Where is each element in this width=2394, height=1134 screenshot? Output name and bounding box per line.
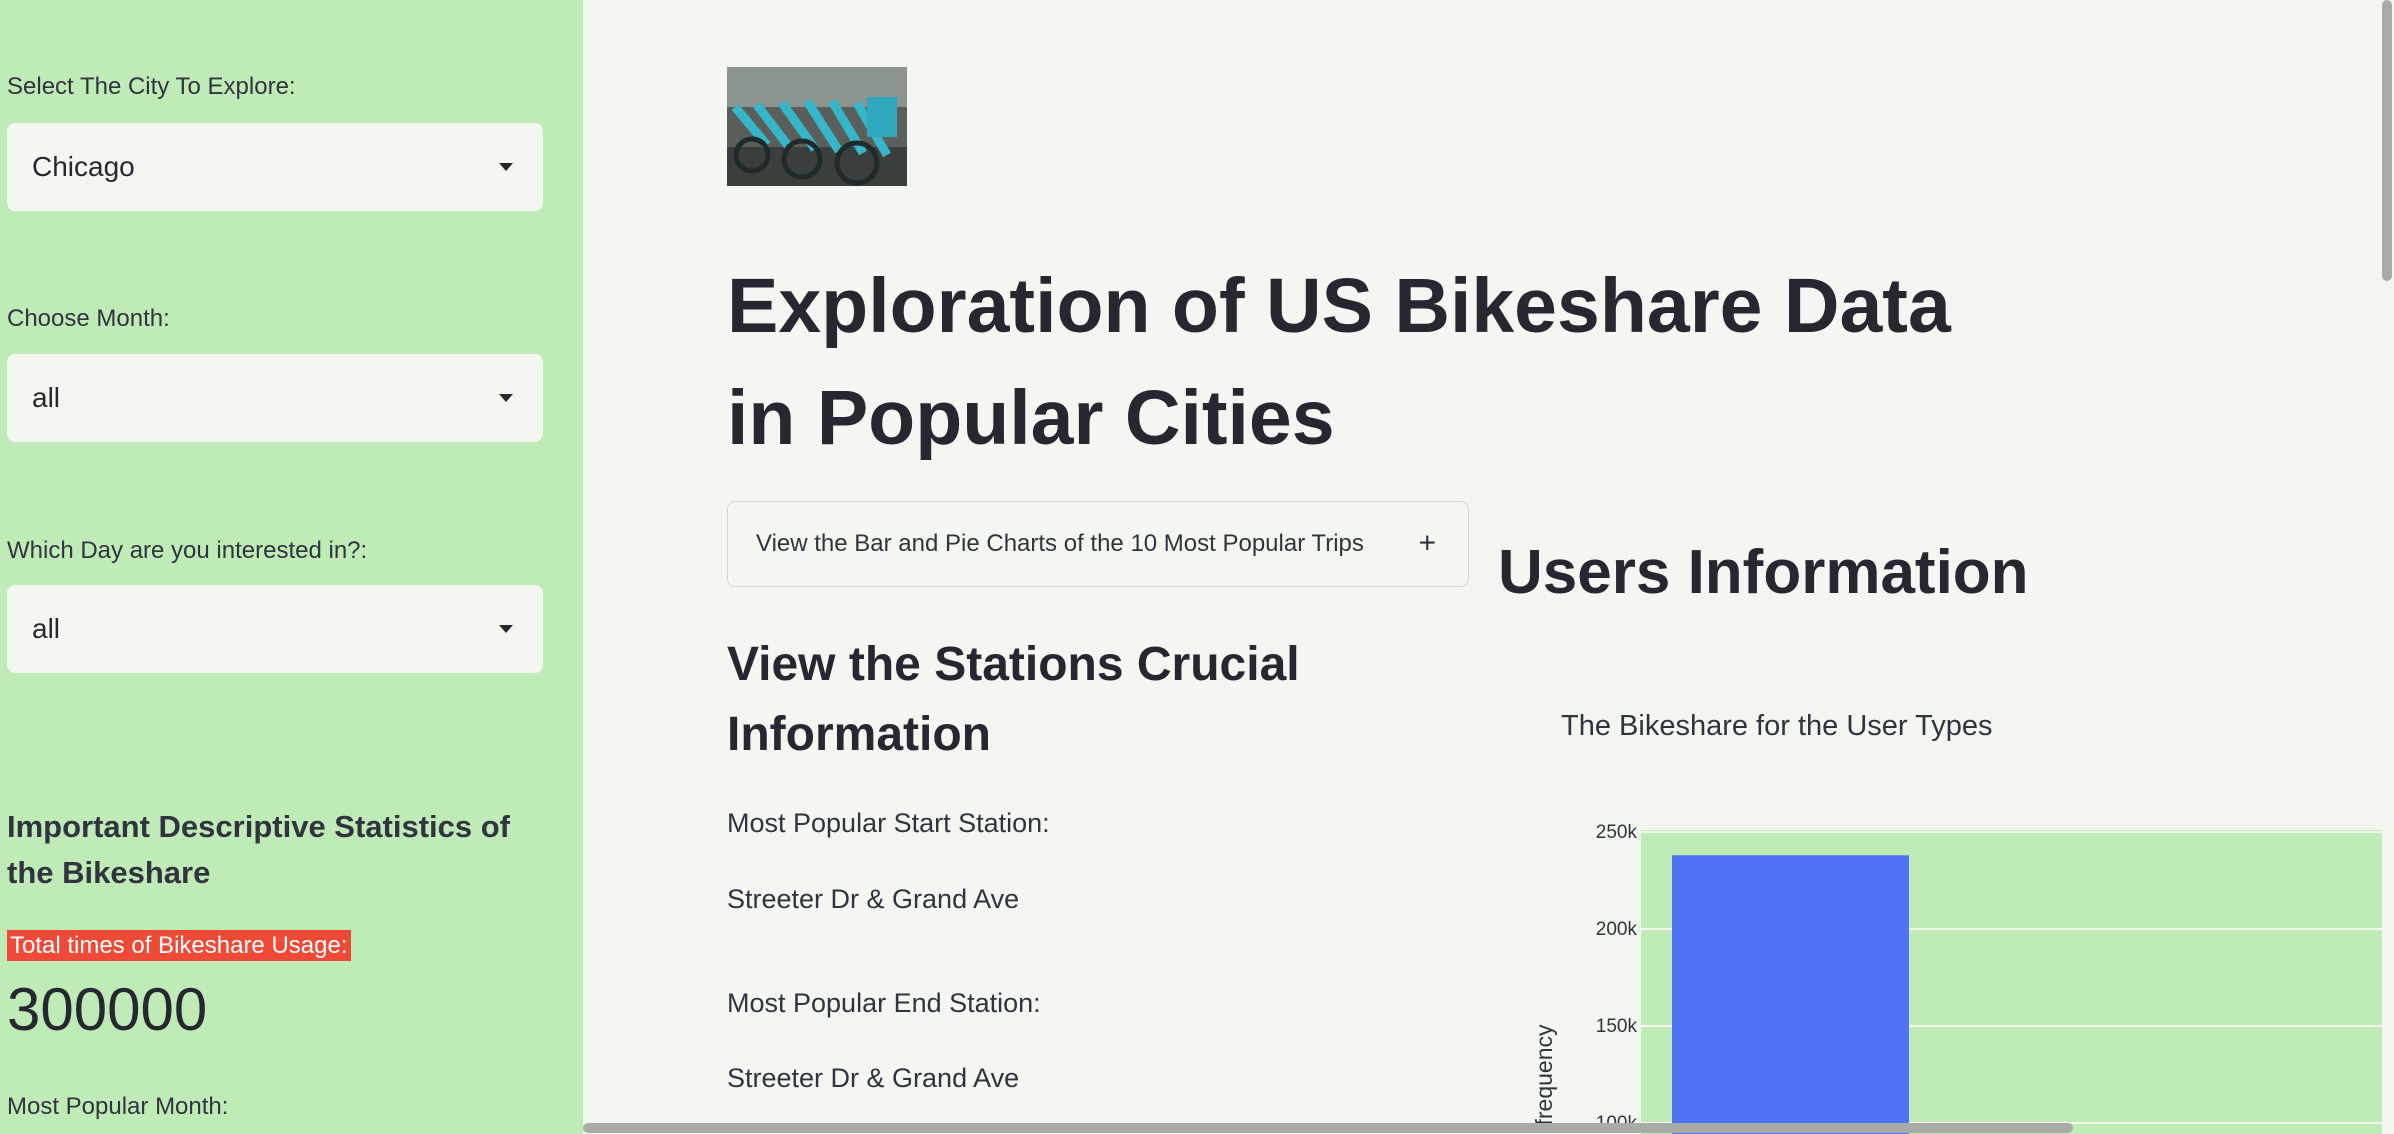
vertical-scrollbar[interactable] xyxy=(2382,0,2392,281)
end-station-value: Streeter Dr & Grand Ave xyxy=(727,1063,1020,1093)
popular-trips-expander[interactable]: View the Bar and Pie Charts of the 10 Mo… xyxy=(727,501,1469,587)
sidebar: Select The City To Explore: Chicago Choo… xyxy=(0,0,583,1134)
bikeshare-image xyxy=(727,67,907,186)
day-select-value: all xyxy=(32,613,61,644)
y-tick-label: 200k xyxy=(1596,919,1638,940)
total-usage-badge: Total times of Bikeshare Usage: xyxy=(7,930,351,961)
popular-month-label: Most Popular Month: xyxy=(7,1093,229,1120)
chevron-down-icon xyxy=(499,163,513,171)
day-select-label: Which Day are you interested in?: xyxy=(7,537,368,564)
bar xyxy=(1672,855,1909,1134)
chevron-down-icon xyxy=(499,394,513,402)
users-heading: Users Information xyxy=(1498,538,2029,607)
y-tick-label: 150k xyxy=(1596,1016,1638,1037)
start-station-label: Most Popular Start Station: xyxy=(727,808,1050,838)
horizontal-scrollbar[interactable] xyxy=(583,1123,2073,1133)
city-select-label: Select The City To Explore: xyxy=(7,73,296,100)
month-select[interactable]: all xyxy=(7,354,543,442)
city-select-value: Chicago xyxy=(32,151,135,182)
y-tick-label: 250k xyxy=(1596,822,1638,843)
user-types-chart: 100k150k200k250kfrequency xyxy=(1531,822,2382,1134)
chevron-down-icon xyxy=(499,625,513,633)
end-station-label: Most Popular End Station: xyxy=(727,988,1041,1018)
stats-heading: Important Descriptive Statistics of the … xyxy=(7,809,511,890)
main-content: Exploration of US Bikeshare Data in Popu… xyxy=(583,0,2394,1134)
plus-icon: + xyxy=(1418,526,1436,560)
y-axis-label: frequency xyxy=(1531,1024,1557,1126)
stations-heading: View the Stations Crucial Information xyxy=(727,638,1300,761)
month-select-label: Choose Month: xyxy=(7,305,170,332)
day-select[interactable]: all xyxy=(7,585,543,673)
page-title: Exploration of US Bikeshare Data in Popu… xyxy=(727,263,1951,461)
chart-title: The Bikeshare for the User Types xyxy=(1561,710,1993,742)
expander-label: View the Bar and Pie Charts of the 10 Mo… xyxy=(756,530,1364,557)
city-select[interactable]: Chicago xyxy=(7,123,543,211)
month-select-value: all xyxy=(32,382,61,413)
total-usage-value: 300000 xyxy=(7,976,208,1043)
start-station-value: Streeter Dr & Grand Ave xyxy=(727,884,1020,914)
